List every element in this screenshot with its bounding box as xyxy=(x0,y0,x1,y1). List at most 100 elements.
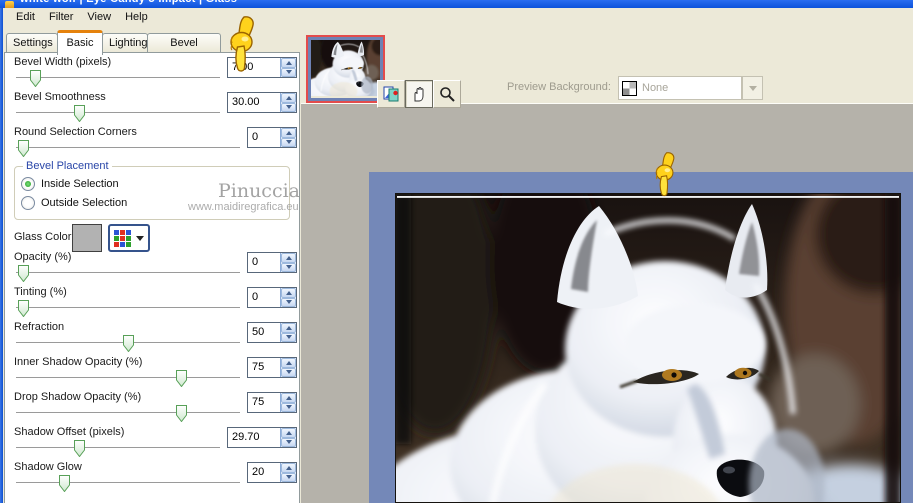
menu-view[interactable]: View xyxy=(80,10,118,25)
spinbox-value[interactable]: 50 xyxy=(248,323,280,342)
preview-thumbnail[interactable] xyxy=(306,35,385,103)
spin-up-button[interactable] xyxy=(281,323,296,333)
spin-down-button[interactable] xyxy=(281,262,296,272)
pointer-hand-cursor xyxy=(651,152,679,198)
preview-background-label: Preview Background: xyxy=(507,81,611,93)
radio-button[interactable] xyxy=(21,177,35,191)
spin-down-button[interactable] xyxy=(281,402,296,412)
glass-bevel-highlight xyxy=(397,196,899,198)
radio-outside-selection[interactable]: Outside Selection xyxy=(21,196,127,210)
glass-color-swatch[interactable] xyxy=(72,224,102,252)
spinbox-value[interactable]: 0 xyxy=(248,288,280,307)
slider-thumb[interactable] xyxy=(73,440,85,458)
slider-label-bevel-smoothness: Bevel Smoothness xyxy=(14,91,106,103)
slider-thumb[interactable] xyxy=(73,105,85,123)
watermark-site: www.maidiregrafica.eu xyxy=(188,201,299,213)
slider-tinting[interactable] xyxy=(16,300,240,318)
zoom-button[interactable] xyxy=(433,80,461,108)
slider-bevel-smoothness[interactable] xyxy=(16,105,220,123)
spinbox-refraction[interactable]: 50 xyxy=(247,322,297,343)
zoom-magnifier-icon xyxy=(440,87,455,102)
thumbnail-border xyxy=(308,37,383,101)
preview-image-wolf[interactable] xyxy=(395,193,901,503)
compare-preview-icon xyxy=(383,86,399,102)
combobox-dropdown-button[interactable] xyxy=(742,76,763,100)
spin-down-button[interactable] xyxy=(281,332,296,342)
menu-filter[interactable]: Filter xyxy=(42,10,80,25)
spinbox-value[interactable]: 0 xyxy=(248,253,280,272)
slider-bevel-width[interactable] xyxy=(16,70,220,88)
eye-candy-plugin-window: white wolf | Eye Candy 5 Impact | Glass … xyxy=(0,0,913,503)
spinbox-round-corners[interactable]: 0 xyxy=(247,127,297,148)
slider-label-bevel-width: Bevel Width (pixels) xyxy=(14,56,112,68)
compare-preview-button[interactable] xyxy=(377,80,405,108)
slider-thumb[interactable] xyxy=(175,370,187,388)
window-title: white wolf | Eye Candy 5 Impact | Glass xyxy=(20,0,237,5)
spinbox-value[interactable]: 75 xyxy=(248,393,280,412)
spinbox-value[interactable]: 0 xyxy=(248,128,280,147)
spin-up-button[interactable] xyxy=(281,358,296,368)
color-picker-button[interactable] xyxy=(108,224,150,252)
spin-up-button[interactable] xyxy=(281,128,296,138)
watermark-author: Pinuccia xyxy=(217,180,300,202)
tab-settings[interactable]: Settings xyxy=(6,33,58,52)
spin-down-button[interactable] xyxy=(281,297,296,307)
spinbox-value[interactable]: 29.70 xyxy=(228,428,280,447)
preview-background-combobox[interactable]: None xyxy=(618,76,742,100)
slider-label-shadow-offset: Shadow Offset (pixels) xyxy=(14,426,125,438)
slider-refraction[interactable] xyxy=(16,335,240,353)
spin-up-button[interactable] xyxy=(281,93,296,103)
spin-up-button[interactable] xyxy=(281,58,296,68)
tab-basic[interactable]: Basic xyxy=(57,30,103,55)
slider-thumb[interactable] xyxy=(175,405,187,423)
color-grid-icon xyxy=(114,229,131,247)
pan-hand-button[interactable] xyxy=(405,80,433,108)
spinbox-value[interactable]: 20 xyxy=(248,463,280,482)
spin-down-button[interactable] xyxy=(281,102,296,112)
spin-up-button[interactable] xyxy=(281,253,296,263)
radio-button[interactable] xyxy=(21,196,35,210)
slider-round-corners[interactable] xyxy=(16,140,240,158)
spinbox-opacity[interactable]: 0 xyxy=(247,252,297,273)
title-bar[interactable]: white wolf | Eye Candy 5 Impact | Glass xyxy=(0,0,913,8)
menu-help[interactable]: Help xyxy=(118,10,155,25)
combobox-value: None xyxy=(642,82,669,94)
tab-lighting[interactable]: Lighting xyxy=(102,33,148,52)
slider-label-inner-shadow: Inner Shadow Opacity (%) xyxy=(14,356,143,368)
menu-edit[interactable]: Edit xyxy=(9,10,42,25)
slider-shadow-offset[interactable] xyxy=(16,440,220,458)
spinbox-shadow-glow[interactable]: 20 xyxy=(247,462,297,483)
spinbox-tinting[interactable]: 0 xyxy=(247,287,297,308)
spinbox-shadow-offset[interactable]: 29.70 xyxy=(227,427,297,448)
slider-thumb[interactable] xyxy=(18,300,30,318)
spinbox-value[interactable]: 75 xyxy=(248,358,280,377)
slider-inner-shadow[interactable] xyxy=(16,370,240,388)
slider-thumb[interactable] xyxy=(122,335,134,353)
slider-thumb[interactable] xyxy=(18,265,30,283)
spin-up-button[interactable] xyxy=(281,393,296,403)
spin-down-button[interactable] xyxy=(281,367,296,377)
spin-down-button[interactable] xyxy=(281,67,296,77)
spin-down-button[interactable] xyxy=(281,137,296,147)
chevron-down-icon xyxy=(748,85,757,91)
slider-opacity[interactable] xyxy=(16,265,240,283)
spinbox-bevel-smoothness[interactable]: 30.00 xyxy=(227,92,297,113)
spinbox-inner-shadow[interactable]: 75 xyxy=(247,357,297,378)
slider-thumb[interactable] xyxy=(58,475,70,493)
slider-thumb[interactable] xyxy=(29,70,41,88)
window-border xyxy=(0,8,3,503)
tab-bevel-profile[interactable]: Bevel Profile xyxy=(147,33,221,67)
slider-label-tinting: Tinting (%) xyxy=(14,286,67,298)
slider-thumb[interactable] xyxy=(18,140,30,158)
spinbox-value[interactable]: 30.00 xyxy=(228,93,280,112)
spin-down-button[interactable] xyxy=(281,472,296,482)
spin-down-button[interactable] xyxy=(281,437,296,447)
slider-shadow-glow[interactable] xyxy=(16,475,240,493)
spin-up-button[interactable] xyxy=(281,463,296,473)
spin-up-button[interactable] xyxy=(281,428,296,438)
spin-up-button[interactable] xyxy=(281,288,296,298)
slider-drop-shadow[interactable] xyxy=(16,405,240,423)
radio-inside-selection[interactable]: Inside Selection xyxy=(21,177,119,191)
pointer-hand-cursor xyxy=(225,16,259,74)
spinbox-drop-shadow[interactable]: 75 xyxy=(247,392,297,413)
